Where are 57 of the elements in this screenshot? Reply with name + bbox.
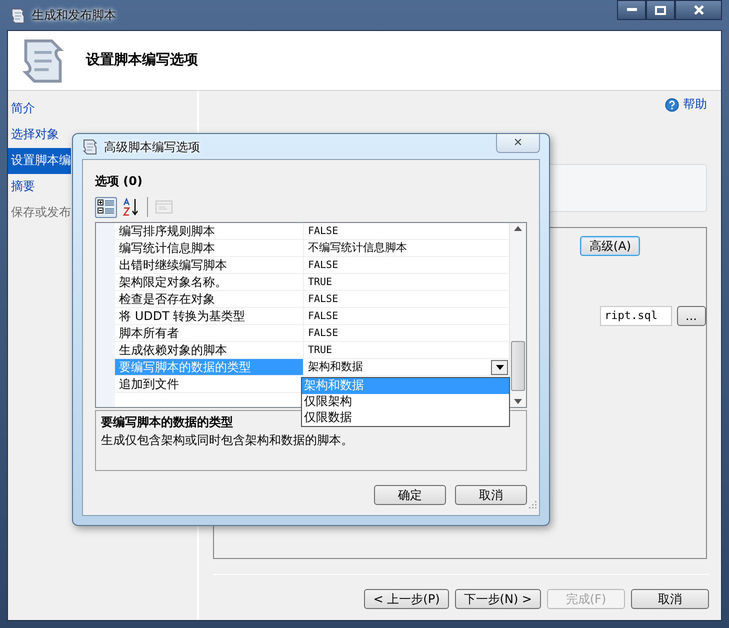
maximize-button[interactable] [646, 0, 675, 20]
scrollbar[interactable] [509, 223, 526, 407]
sidebar-item[interactable]: 设置脚本编 [8, 148, 71, 174]
property-value[interactable]: FALSE [308, 292, 338, 306]
property-value[interactable]: FALSE [308, 326, 338, 340]
categorized-icon[interactable] [95, 196, 117, 218]
close-button[interactable] [675, 0, 722, 20]
property-name[interactable]: 出错时继续编写脚本 [115, 257, 304, 273]
help-icon [665, 95, 679, 113]
close-icon [694, 5, 704, 15]
property-value-field[interactable]: 架构和数据 [308, 358, 363, 376]
property-name[interactable]: 编写排序规则脚本 [115, 223, 304, 239]
next-button[interactable]: 下一步(N) > [454, 589, 541, 609]
maximize-icon [655, 6, 666, 14]
scroll-down-icon[interactable] [514, 399, 522, 404]
scroll-icon [82, 138, 98, 156]
ok-button[interactable]: 确定 [374, 485, 446, 505]
property-value[interactable]: FALSE [308, 308, 338, 324]
browse-button[interactable]: ... [676, 306, 706, 326]
minimize-button[interactable] [617, 0, 646, 20]
description-text: 生成仅包含架构或同时包含架构和数据的脚本。 [101, 432, 353, 449]
scrollbar-thumb[interactable] [511, 341, 525, 391]
description-title: 要编写脚本的数据的类型 [101, 414, 233, 431]
window-title: 生成和发布脚本 [32, 7, 116, 24]
property-name[interactable]: 架构限定对象名称。 [115, 274, 304, 290]
back-button[interactable]: < 上一步(P) [364, 589, 449, 609]
cancel-button[interactable]: 取消 [631, 589, 709, 609]
sidebar-item: 保存或发布 [10, 204, 71, 221]
property-value[interactable]: 不编写统计信息脚本 [308, 240, 407, 256]
scroll-icon [20, 38, 66, 84]
scroll-icon [10, 6, 26, 24]
dropdown-button[interactable] [491, 360, 508, 374]
sidebar-item[interactable]: 简介 [8, 96, 71, 122]
dropdown-option[interactable]: 仅限数据 [302, 410, 509, 426]
sidebar-item[interactable]: 选择对象 [8, 122, 71, 148]
caret-icon [496, 364, 504, 370]
property-name[interactable]: 将 UDDT 转换为基类型 [115, 308, 304, 324]
property-value[interactable]: FALSE [308, 258, 338, 272]
dialog-title: 高级脚本编写选项 [104, 138, 200, 156]
options-label: 选项 (0) [95, 173, 144, 190]
file-path-field[interactable]: ript.sql [600, 306, 672, 326]
advanced-button[interactable]: 高级(A) [580, 236, 640, 256]
minimize-icon [626, 8, 636, 12]
property-name[interactable]: 检查是否存在对象 [115, 291, 304, 307]
sidebar-item[interactable]: 摘要 [8, 174, 71, 200]
help-link[interactable]: 帮助 [683, 95, 707, 113]
property-value[interactable]: TRUE [308, 342, 332, 358]
cancel-button[interactable]: 取消 [455, 485, 527, 505]
dropdown-option[interactable]: 仅限架构 [302, 394, 509, 410]
property-value[interactable]: TRUE [308, 274, 332, 290]
property-name[interactable]: 编写统计信息脚本 [115, 240, 304, 256]
property-value[interactable]: FALSE [308, 224, 338, 238]
close-button[interactable]: ✕ [496, 134, 540, 153]
property-name[interactable]: 脚本所有者 [115, 325, 304, 341]
page-title: 设置脚本编写选项 [86, 51, 198, 70]
property-name[interactable]: 生成依赖对象的脚本 [115, 342, 304, 358]
scroll-up-icon[interactable] [514, 226, 522, 231]
